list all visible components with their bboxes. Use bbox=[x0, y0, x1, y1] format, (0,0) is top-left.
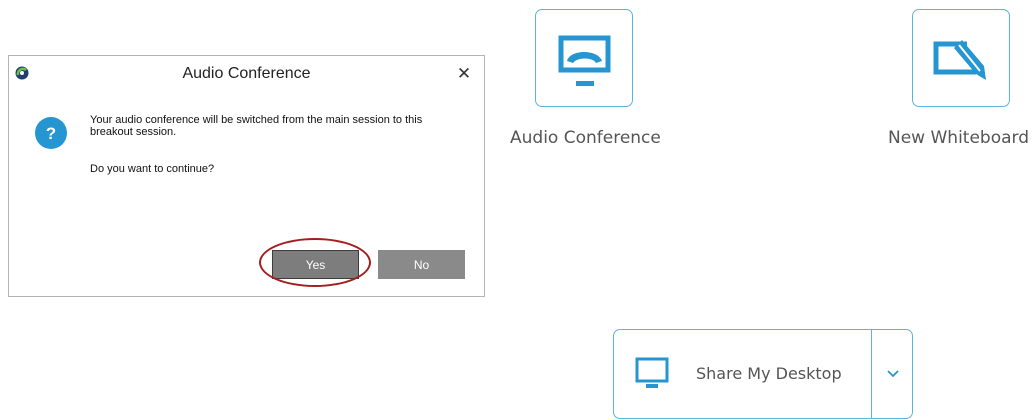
audio-conference-dialog: Audio Conference ✕ ? Your audio conferen… bbox=[8, 55, 485, 297]
phone-on-monitor-icon bbox=[558, 35, 611, 86]
dialog-title: Audio Conference bbox=[182, 65, 311, 82]
audio-conference-label: Audio Conference bbox=[510, 128, 661, 148]
share-my-desktop-label: Share My Desktop bbox=[696, 364, 842, 383]
svg-text:?: ? bbox=[46, 124, 56, 143]
audio-conference-tile[interactable] bbox=[535, 9, 633, 107]
yes-button[interactable]: Yes bbox=[272, 250, 359, 279]
close-icon: ✕ bbox=[456, 64, 472, 83]
dialog-message: Your audio conference will be switched f… bbox=[90, 114, 423, 138]
dialog-titlebar[interactable]: Audio Conference ✕ bbox=[9, 56, 484, 93]
new-whiteboard-tile[interactable] bbox=[912, 9, 1010, 107]
share-options-dropdown[interactable] bbox=[872, 330, 913, 420]
dialog-body: ? Your audio conference will be switched… bbox=[9, 93, 484, 296]
share-my-desktop-button[interactable]: Share My Desktop bbox=[613, 329, 913, 419]
new-whiteboard-label: New Whiteboard bbox=[888, 128, 1030, 148]
dialog-question: Do you want to continue? bbox=[90, 163, 215, 175]
no-button[interactable]: No bbox=[378, 250, 465, 279]
chevron-down-icon bbox=[887, 370, 899, 378]
whiteboard-pen-icon bbox=[933, 40, 986, 80]
close-button[interactable]: ✕ bbox=[454, 63, 474, 85]
question-icon: ? bbox=[35, 117, 67, 149]
monitor-icon bbox=[635, 357, 669, 388]
